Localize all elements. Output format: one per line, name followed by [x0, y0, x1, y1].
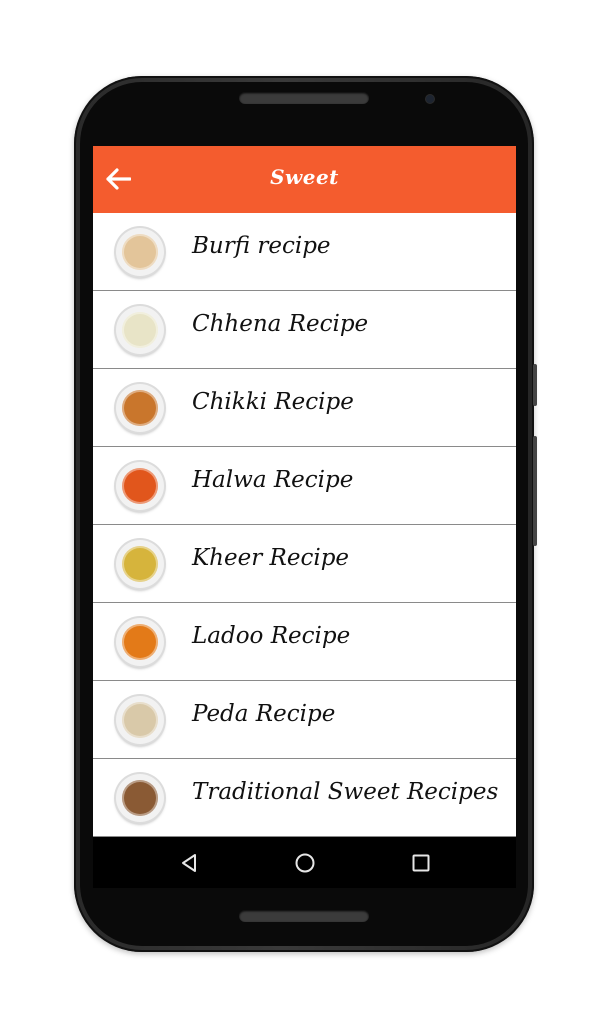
page-title: Sweet — [270, 165, 339, 189]
chhena-thumbnail — [116, 306, 164, 354]
list-item-halwa[interactable]: Halwa Recipe — [93, 447, 516, 525]
square-recents-icon[interactable] — [409, 851, 433, 875]
list-item-label: Peda Recipe — [192, 701, 336, 727]
list-item-chikki[interactable]: Chikki Recipe — [93, 369, 516, 447]
list-item-traditional-sweets[interactable]: Traditional Sweet Recipes — [93, 759, 516, 837]
chikki-thumbnail — [116, 384, 164, 432]
list-item-burfi[interactable]: Burfi recipe — [93, 213, 516, 291]
kheer-thumbnail — [116, 540, 164, 588]
burfi-thumbnail — [116, 228, 164, 276]
front-camera — [426, 95, 434, 103]
recipe-list: Burfi recipe Chhena Recipe Chikki Recipe… — [93, 213, 516, 837]
list-item-label: Chikki Recipe — [192, 389, 354, 415]
list-item-label: Ladoo Recipe — [192, 623, 351, 649]
list-item-peda[interactable]: Peda Recipe — [93, 681, 516, 759]
power-button — [533, 364, 537, 406]
system-nav-bar — [93, 837, 516, 888]
app-bar: Sweet — [93, 146, 516, 213]
triangle-back-icon[interactable] — [177, 851, 201, 875]
peda-thumbnail — [116, 696, 164, 744]
list-item-label: Kheer Recipe — [192, 545, 350, 571]
list-item-label: Burfi recipe — [192, 233, 331, 259]
app-screen: Sweet Burfi recipe Chhena Recipe Chikki … — [93, 146, 516, 888]
circle-home-icon[interactable] — [293, 851, 317, 875]
bottom-speaker — [239, 910, 369, 922]
volume-button — [533, 436, 537, 546]
list-item-kheer[interactable]: Kheer Recipe — [93, 525, 516, 603]
list-item-ladoo[interactable]: Ladoo Recipe — [93, 603, 516, 681]
list-item-label: Traditional Sweet Recipes — [192, 779, 499, 805]
top-speaker — [239, 92, 369, 104]
list-item-chhena[interactable]: Chhena Recipe — [93, 291, 516, 369]
ladoo-thumbnail — [116, 618, 164, 666]
halwa-thumbnail — [116, 462, 164, 510]
list-item-label: Chhena Recipe — [192, 311, 369, 337]
list-item-label: Halwa Recipe — [192, 467, 354, 493]
cake-thumbnail — [116, 774, 164, 822]
